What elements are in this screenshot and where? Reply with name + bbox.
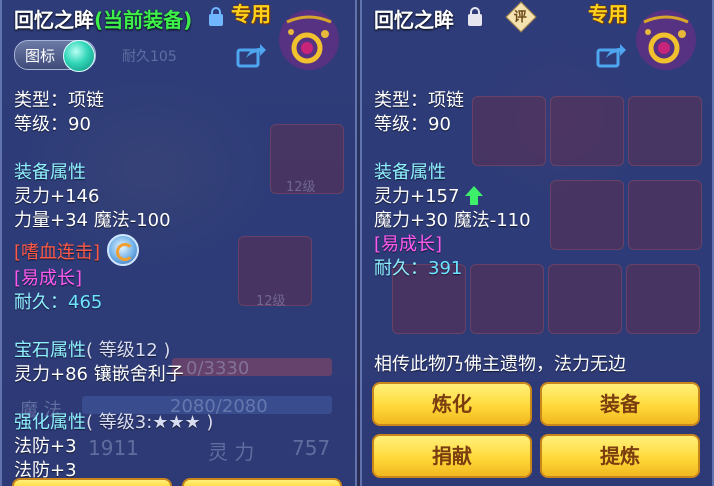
refine-button[interactable]: 炼化 <box>372 382 532 426</box>
attr-line: 灵力+157 <box>374 186 460 207</box>
current-equip-tag: (当前装备) <box>94 8 193 32</box>
bg-stat-label: 灵 力 <box>208 440 255 464</box>
bg-inventory-slot <box>548 264 622 334</box>
item-name: 回忆之眸 <box>374 8 454 32</box>
bg-inventory-slot <box>628 96 702 166</box>
hidden-button[interactable] <box>12 478 172 486</box>
bound-label: 专用 <box>231 2 271 26</box>
enhance-line: 法防+3 <box>14 436 77 457</box>
bound-label: 专用 <box>588 2 628 26</box>
attr-line: 力量+34 魔法-100 <box>14 210 171 231</box>
growth-tag: [易成长] <box>374 234 443 255</box>
equip-button[interactable]: 装备 <box>540 382 700 426</box>
attr-section-title: 装备属性 <box>374 162 446 183</box>
growth-tag: [易成长] <box>14 268 83 289</box>
necklace-icon <box>279 10 339 70</box>
item-type: 类型：项链 <box>374 90 464 111</box>
rate-badge-label: 评 <box>513 10 527 26</box>
item-name: 回忆之眸 <box>14 8 94 32</box>
attr-line: 魔力+30 魔法-110 <box>374 210 531 231</box>
attr-section-title: 装备属性 <box>14 162 86 183</box>
necklace-icon <box>636 10 696 70</box>
item-title: 回忆之眸 <box>374 4 454 33</box>
special-skill: [嗜血连击] <box>14 242 101 263</box>
gem-section: 宝石属性( 等级12 ) <box>14 340 170 362</box>
enhance-level: ( 等级3:★★★ ) <box>86 412 214 433</box>
extract-button[interactable]: 提炼 <box>540 434 700 478</box>
icon-toggle-label: 图标 <box>25 47 56 65</box>
bg-stat-left: 1911 <box>88 436 139 460</box>
lock-icon[interactable] <box>209 7 223 26</box>
item-level: 等级：90 <box>374 114 451 135</box>
item-type: 类型：项链 <box>14 90 104 111</box>
bg-item-level: 12级 <box>256 294 286 309</box>
attr-line: 灵力+146 <box>14 186 100 207</box>
durability-value: 391 <box>428 258 463 279</box>
bg-stat-value: 757 <box>292 436 331 460</box>
share-icon[interactable] <box>236 42 266 68</box>
current-equipment-panel: 12级 12级 耐久105 0/3330 魔 法 2080/2080 1911 … <box>0 0 357 486</box>
durability: 耐久：465 <box>14 292 102 314</box>
durability-label: 耐久： <box>14 292 68 313</box>
gem-line: 灵力+86 镶嵌舍利子 <box>14 364 184 385</box>
enhance-section: 强化属性( 等级3:★★★ ) <box>14 412 213 434</box>
donate-button[interactable]: 捐献 <box>372 434 532 478</box>
bg-hp-value: 0/3330 <box>186 358 250 379</box>
gem-section-title: 宝石属性 <box>14 340 86 361</box>
toggle-knob <box>63 40 95 72</box>
item-description: 相传此物乃佛主遗物，法力无边 <box>374 354 626 375</box>
bg-inventory-slot <box>472 96 546 166</box>
gem-level: ( 等级12 ) <box>86 340 171 361</box>
bg-inventory-slot <box>550 180 624 250</box>
up-arrow-icon <box>465 186 483 205</box>
bg-inventory-slot <box>470 264 544 334</box>
compare-item-panel: 回忆之眸 评 专用 类型：项链 等级：90 装备属性 灵力+157 魔力+30 … <box>360 0 714 486</box>
unlock-icon[interactable] <box>468 7 482 26</box>
rate-badge-icon[interactable]: 评 <box>505 1 537 33</box>
bg-item-level: 12级 <box>286 180 316 195</box>
skill-icon[interactable] <box>107 234 139 266</box>
bg-inventory-slot <box>628 180 702 250</box>
bg-inventory-slot <box>626 264 700 334</box>
item-level: 等级：90 <box>14 114 91 135</box>
item-title: 回忆之眸(当前装备) <box>14 4 192 33</box>
enhance-section-title: 强化属性 <box>14 412 86 433</box>
hidden-button[interactable] <box>182 478 342 486</box>
durability: 耐久：391 <box>374 258 462 280</box>
icon-toggle[interactable]: 图标 <box>14 40 96 72</box>
bg-inventory-slot <box>550 96 624 166</box>
bg-durability-fragment: 耐久105 <box>122 49 177 65</box>
durability-value: 465 <box>68 292 103 313</box>
share-icon[interactable] <box>596 42 626 68</box>
durability-label: 耐久： <box>374 258 428 279</box>
